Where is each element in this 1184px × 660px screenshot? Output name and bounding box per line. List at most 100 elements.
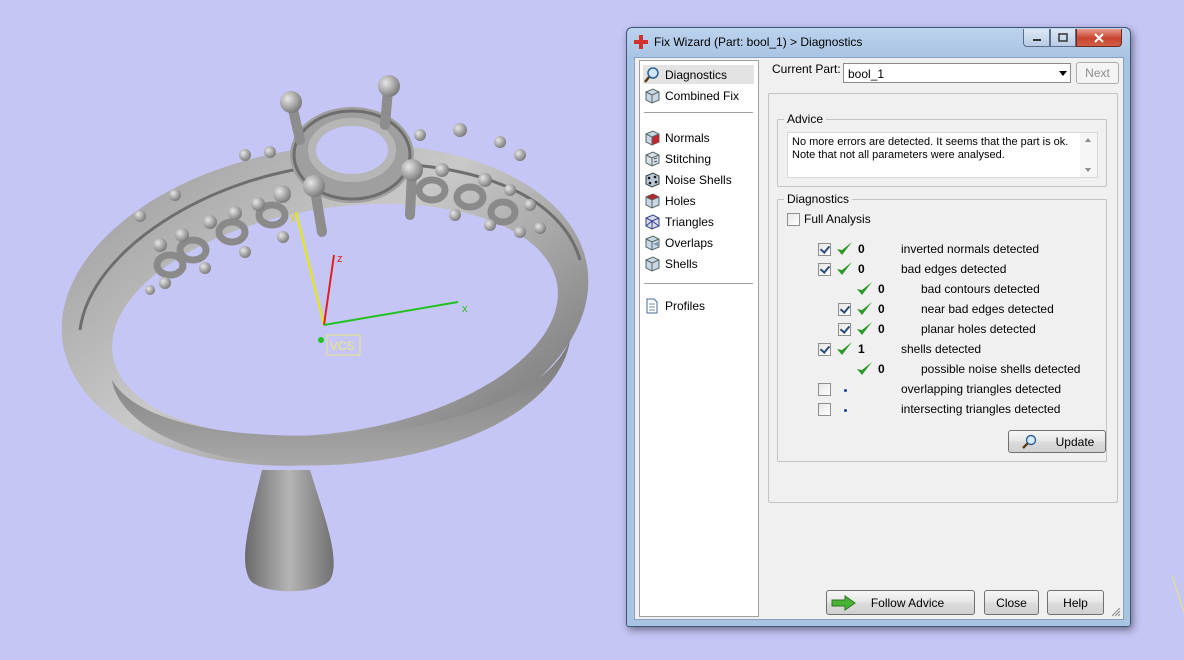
- nav-item-label: Overlaps: [665, 235, 714, 250]
- not-run-indicator: [844, 389, 847, 392]
- axis-label-x: x: [462, 303, 468, 315]
- nav-divider: [644, 283, 753, 284]
- green-check-icon: [857, 362, 872, 375]
- corner-triad-fragment: [1171, 574, 1184, 613]
- nav-item-shells[interactable]: Shells: [643, 254, 754, 273]
- advice-title: Advice: [784, 112, 827, 126]
- diagnostic-count: 0: [878, 302, 885, 316]
- vcs-label: VCS: [330, 339, 355, 353]
- update-button-label: Update: [1055, 434, 1095, 449]
- document-icon: [646, 298, 658, 313]
- advice-scrollbar[interactable]: [1080, 133, 1097, 177]
- nav-item-holes[interactable]: Holes: [643, 191, 754, 210]
- full-analysis-checkbox[interactable]: [787, 213, 800, 226]
- wizard-body: Diagnostics Combined Fix Normals Stitchi…: [634, 57, 1124, 620]
- advice-line: Note that not all parameters were analys…: [792, 149, 1005, 161]
- magnifier-icon: [1021, 434, 1036, 449]
- close-window-button[interactable]: [1076, 29, 1122, 47]
- nav-item-overlaps[interactable]: Overlaps: [643, 233, 754, 252]
- nav-item-label: Profiles: [665, 298, 706, 313]
- diagnostic-count: 0: [858, 262, 865, 276]
- magnifier-icon: [644, 66, 659, 83]
- resize-grip-icon[interactable]: [1110, 606, 1121, 617]
- diagnostic-checkbox[interactable]: [818, 383, 831, 396]
- diagnostic-label: possible noise shells detected: [921, 362, 1081, 376]
- maximize-icon: [1058, 33, 1068, 42]
- current-part-dropdown[interactable]: bool_1: [843, 63, 1071, 83]
- diagnostic-label: bad edges detected: [901, 262, 1007, 276]
- diagnostic-count: 0: [878, 362, 885, 376]
- current-part-value: bool_1: [848, 67, 885, 81]
- shells-cube-icon: [645, 255, 660, 272]
- diagnostic-checkbox[interactable]: [818, 403, 831, 416]
- advice-group: Advice No more errors are detected. It s…: [777, 112, 1107, 187]
- diagnostic-checkbox[interactable]: [818, 263, 831, 276]
- triangles-cube-icon: [645, 213, 660, 230]
- follow-advice-button[interactable]: Follow Advice: [826, 590, 975, 615]
- diagnostics-group: Diagnostics Full Analysis 0 inverted norm…: [777, 192, 1107, 462]
- nav-item-stitching[interactable]: Stitching: [643, 149, 754, 168]
- holes-cube-icon: [645, 192, 660, 209]
- diagnostic-checkbox[interactable]: [838, 303, 851, 316]
- green-check-icon: [857, 282, 872, 295]
- axis-label-z: z: [337, 253, 343, 265]
- cube-icon: [645, 87, 660, 104]
- nav-item-label: Noise Shells: [665, 172, 732, 187]
- green-check-icon: [837, 242, 852, 255]
- chevron-down-icon: [1059, 71, 1067, 76]
- overlaps-cube-icon: [645, 234, 660, 251]
- close-button[interactable]: Close: [984, 590, 1039, 615]
- title-bar[interactable]: Fix Wizard (Part: bool_1) > Diagnostics: [627, 28, 1130, 56]
- close-button-label: Close: [996, 595, 1027, 610]
- next-button[interactable]: Next: [1076, 62, 1119, 84]
- minimize-icon: [1032, 38, 1041, 41]
- nav-item-normals[interactable]: Normals: [643, 128, 754, 147]
- fix-wizard-nav: Diagnostics Combined Fix Normals Stitchi…: [639, 60, 759, 617]
- nav-item-label: Normals: [665, 130, 710, 145]
- green-check-icon: [857, 322, 872, 335]
- diagnostic-count: 0: [878, 282, 885, 296]
- follow-advice-label: Follow Advice: [870, 595, 945, 610]
- axis-label-y: y: [290, 211, 296, 223]
- diagnostic-label: near bad edges detected: [921, 302, 1054, 316]
- advice-text: No more errors are detected. It seems th…: [792, 136, 1082, 162]
- scroll-up-arrow-icon[interactable]: [1085, 138, 1091, 142]
- diagnostic-checkbox[interactable]: [818, 343, 831, 356]
- green-check-icon: [857, 302, 872, 315]
- update-button[interactable]: Update: [1008, 430, 1106, 453]
- nav-item-label: Stitching: [665, 151, 712, 166]
- nav-item-combined-fix[interactable]: Combined Fix: [643, 86, 754, 105]
- diagnostic-checkbox[interactable]: [838, 323, 851, 336]
- nav-item-noise-shells[interactable]: Noise Shells: [643, 170, 754, 189]
- nav-item-label: Triangles: [665, 214, 714, 229]
- diagnostic-label: overlapping triangles detected: [901, 382, 1062, 396]
- maximize-button[interactable]: [1050, 29, 1076, 47]
- diagnostic-label: planar holes detected: [921, 322, 1036, 336]
- advice-textbox[interactable]: No more errors are detected. It seems th…: [787, 132, 1098, 178]
- green-check-icon: [837, 342, 852, 355]
- nav-item-label: Combined Fix: [665, 88, 740, 103]
- next-button-label: Next: [1085, 66, 1110, 80]
- diagnostic-count: 0: [878, 322, 885, 336]
- nav-item-label: Shells: [665, 256, 698, 271]
- minimize-button[interactable]: [1023, 29, 1050, 47]
- scroll-down-arrow-icon[interactable]: [1085, 168, 1091, 172]
- nav-item-diagnostics[interactable]: Diagnostics: [643, 65, 754, 84]
- nav-item-profiles[interactable]: Profiles: [643, 296, 754, 315]
- nav-item-triangles[interactable]: Triangles: [643, 212, 754, 231]
- green-arrow-icon: [831, 595, 856, 611]
- diagnostic-checkbox[interactable]: [818, 243, 831, 256]
- close-icon: [1094, 32, 1104, 43]
- help-button-label: Help: [1063, 595, 1088, 610]
- fix-wizard-window: Fix Wizard (Part: bool_1) > Diagnostics …: [626, 27, 1131, 627]
- nav-item-label: Holes: [665, 193, 696, 208]
- advice-line: No more errors are detected. It seems th…: [792, 136, 1069, 148]
- diagnostic-label: inverted normals detected: [901, 242, 1040, 256]
- normals-cube-icon: [645, 129, 660, 146]
- nav-divider: [644, 112, 753, 113]
- diagnostic-count: 1: [858, 342, 865, 356]
- noise-shells-icon: [645, 171, 660, 188]
- wizard-panel: Advice No more errors are detected. It s…: [768, 93, 1118, 503]
- help-button[interactable]: Help: [1047, 590, 1104, 615]
- current-part-label: Current Part:: [772, 62, 841, 76]
